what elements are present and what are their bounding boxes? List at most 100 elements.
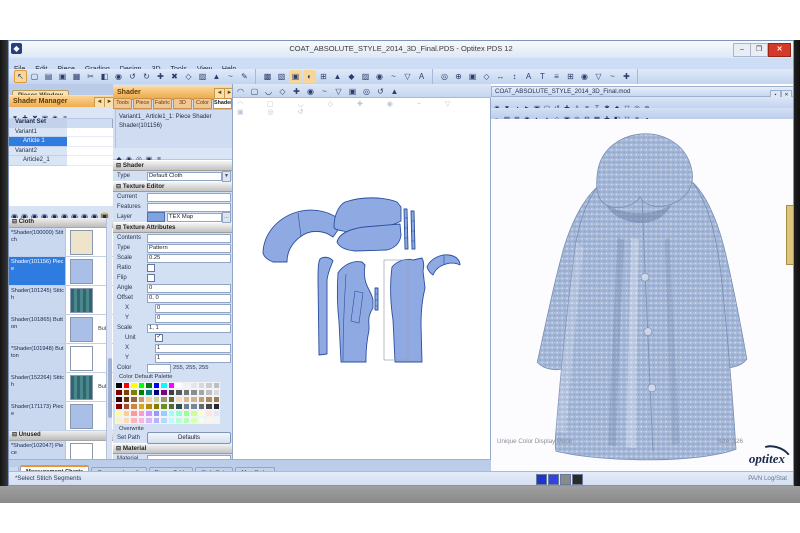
palette-color[interactable] — [205, 410, 213, 417]
print-icon[interactable]: ▦ — [70, 70, 83, 83]
palette-color[interactable] — [152, 389, 160, 396]
palette-color[interactable] — [130, 410, 138, 417]
maximize-button[interactable]: ❐ — [750, 43, 768, 57]
palette-color[interactable] — [167, 410, 175, 417]
palette-color[interactable] — [182, 389, 190, 396]
palette-color[interactable] — [167, 382, 175, 389]
palette-color[interactable] — [137, 403, 145, 410]
section-texture-editor[interactable]: ⊟ Texture Editor — [113, 181, 232, 192]
text-icon[interactable]: T — [536, 70, 549, 83]
add-notch-icon[interactable]: ✚ — [290, 85, 303, 98]
copy-icon[interactable]: ◧ — [98, 70, 111, 83]
undo-icon[interactable]: ↺ — [126, 70, 139, 83]
palette-color[interactable] — [190, 389, 198, 396]
prop-field-x[interactable]: 1 — [155, 343, 231, 353]
status-icon-3[interactable] — [572, 474, 583, 485]
palette-color[interactable] — [115, 410, 123, 417]
palette-color[interactable] — [182, 417, 190, 424]
measure-icon[interactable]: ◇ — [182, 70, 195, 83]
palette-color[interactable] — [115, 403, 123, 410]
shader-group-unused[interactable]: ⊟ Unused▲ — [9, 431, 113, 441]
prop-field-angle[interactable]: 0 — [147, 283, 231, 293]
pan-canvas-icon[interactable]: ◠ — [234, 85, 247, 98]
target-point-icon[interactable]: ◎ — [360, 85, 373, 98]
save-file-icon[interactable]: ▣ — [56, 70, 69, 83]
pattern-piece-front-strip[interactable] — [374, 287, 379, 311]
palette-color[interactable] — [175, 410, 183, 417]
annotate-icon[interactable]: A — [522, 70, 535, 83]
palette-color[interactable] — [167, 396, 175, 403]
palette-color[interactable] — [167, 417, 175, 424]
shader-list-item[interactable]: Shader(101245) Stitch — [9, 286, 113, 315]
palette-color[interactable] — [175, 389, 183, 396]
grid-icon[interactable]: ▨ — [196, 70, 209, 83]
palette-color[interactable] — [197, 410, 205, 417]
tab-fabric[interactable]: Fabric — [153, 98, 172, 109]
add-point-icon[interactable]: ⊕ — [452, 70, 465, 83]
palette-color[interactable] — [197, 403, 205, 410]
pleat-icon[interactable]: ▨ — [359, 70, 372, 83]
palette-color[interactable] — [152, 403, 160, 410]
palette-color[interactable] — [122, 403, 130, 410]
palette-color[interactable] — [145, 417, 153, 424]
status-icon-1[interactable] — [548, 474, 559, 485]
prop-field-scale[interactable]: 1, 1 — [147, 323, 231, 333]
prop-field-y[interactable]: 0 — [155, 313, 231, 323]
prop-field-current[interactable] — [147, 192, 231, 202]
3d-viewport[interactable]: Unique Color Display Mode Size: 126 opti… — [491, 119, 793, 471]
shrink-icon[interactable]: ▽ — [401, 70, 414, 83]
palette-color[interactable] — [160, 382, 168, 389]
palette-color[interactable] — [130, 403, 138, 410]
notch-icon[interactable]: ◐ — [303, 70, 316, 83]
palette-color[interactable] — [197, 389, 205, 396]
piece-table-icon[interactable]: ▩ — [261, 70, 274, 83]
target-icon[interactable]: ◉ — [578, 70, 591, 83]
variant-row-variant2[interactable]: Variant2 — [9, 146, 113, 156]
palette-color[interactable] — [152, 396, 160, 403]
defaults-button[interactable]: Defaults — [147, 432, 231, 444]
palette-color[interactable] — [122, 396, 130, 403]
variant-row-article-1[interactable]: Article 1 — [9, 137, 113, 147]
palette-color[interactable] — [130, 382, 138, 389]
palette-color[interactable] — [122, 417, 130, 424]
pattern-piece-side-panel[interactable] — [317, 256, 334, 356]
pattern-piece-front-panel[interactable] — [336, 261, 374, 363]
tab-color[interactable]: Color — [193, 98, 212, 109]
palette-color[interactable] — [130, 417, 138, 424]
point-icon[interactable]: ▲ — [210, 70, 223, 83]
status-icon-2[interactable] — [560, 474, 571, 485]
status-icon-0[interactable] — [536, 474, 547, 485]
pattern-piece-stay-tape-1[interactable] — [403, 208, 409, 250]
grain-line-icon[interactable]: ▲ — [388, 85, 401, 98]
palette-color[interactable] — [152, 382, 160, 389]
pointer-tool-icon[interactable]: ↖ — [14, 70, 27, 83]
palette-color[interactable] — [205, 403, 213, 410]
prop-field-contents[interactable] — [147, 233, 231, 243]
walk-icon[interactable]: ▣ — [466, 70, 479, 83]
palette-color[interactable] — [205, 396, 213, 403]
open-file-icon[interactable]: ▤ — [42, 70, 55, 83]
layer-swatch[interactable] — [147, 212, 165, 222]
tab-3d[interactable]: 3D — [173, 98, 192, 109]
shader-list-item[interactable]: *Shader(100000) Stitch — [9, 228, 113, 257]
palette-color[interactable] — [212, 410, 220, 417]
palette-color[interactable] — [160, 417, 168, 424]
palette-color[interactable] — [130, 396, 138, 403]
palette-color[interactable] — [205, 417, 213, 424]
checkbox-flip[interactable] — [147, 274, 155, 282]
pattern-canvas[interactable]: ◠ ▢ ◡ ◇ ✚ ◉ ~ ▽ ▣ ◎ ↺ ▲ ◠ ▢ ◡ ◇ ✚ ◉ ~ ▽ ▣ ◎ ↺ — [233, 84, 491, 459]
palette-color[interactable] — [115, 396, 123, 403]
plus-icon[interactable]: ✚ — [620, 70, 633, 83]
prop-field-scale[interactable]: 0.25 — [147, 253, 231, 263]
palette-color[interactable] — [122, 389, 130, 396]
scrollbar-thumb[interactable] — [107, 358, 112, 418]
palette-color[interactable] — [167, 403, 175, 410]
palette-color[interactable] — [197, 382, 205, 389]
redo-icon[interactable]: ↻ — [140, 70, 153, 83]
shader-list-item[interactable]: Shader(171173) Piece — [9, 402, 113, 431]
palette-color[interactable] — [115, 382, 123, 389]
shader-list-item[interactable]: Shader(101865) Button Bulk — [9, 315, 113, 344]
palette-color[interactable] — [115, 389, 123, 396]
minimize-button[interactable]: – — [733, 43, 751, 57]
palette-color[interactable] — [212, 382, 220, 389]
